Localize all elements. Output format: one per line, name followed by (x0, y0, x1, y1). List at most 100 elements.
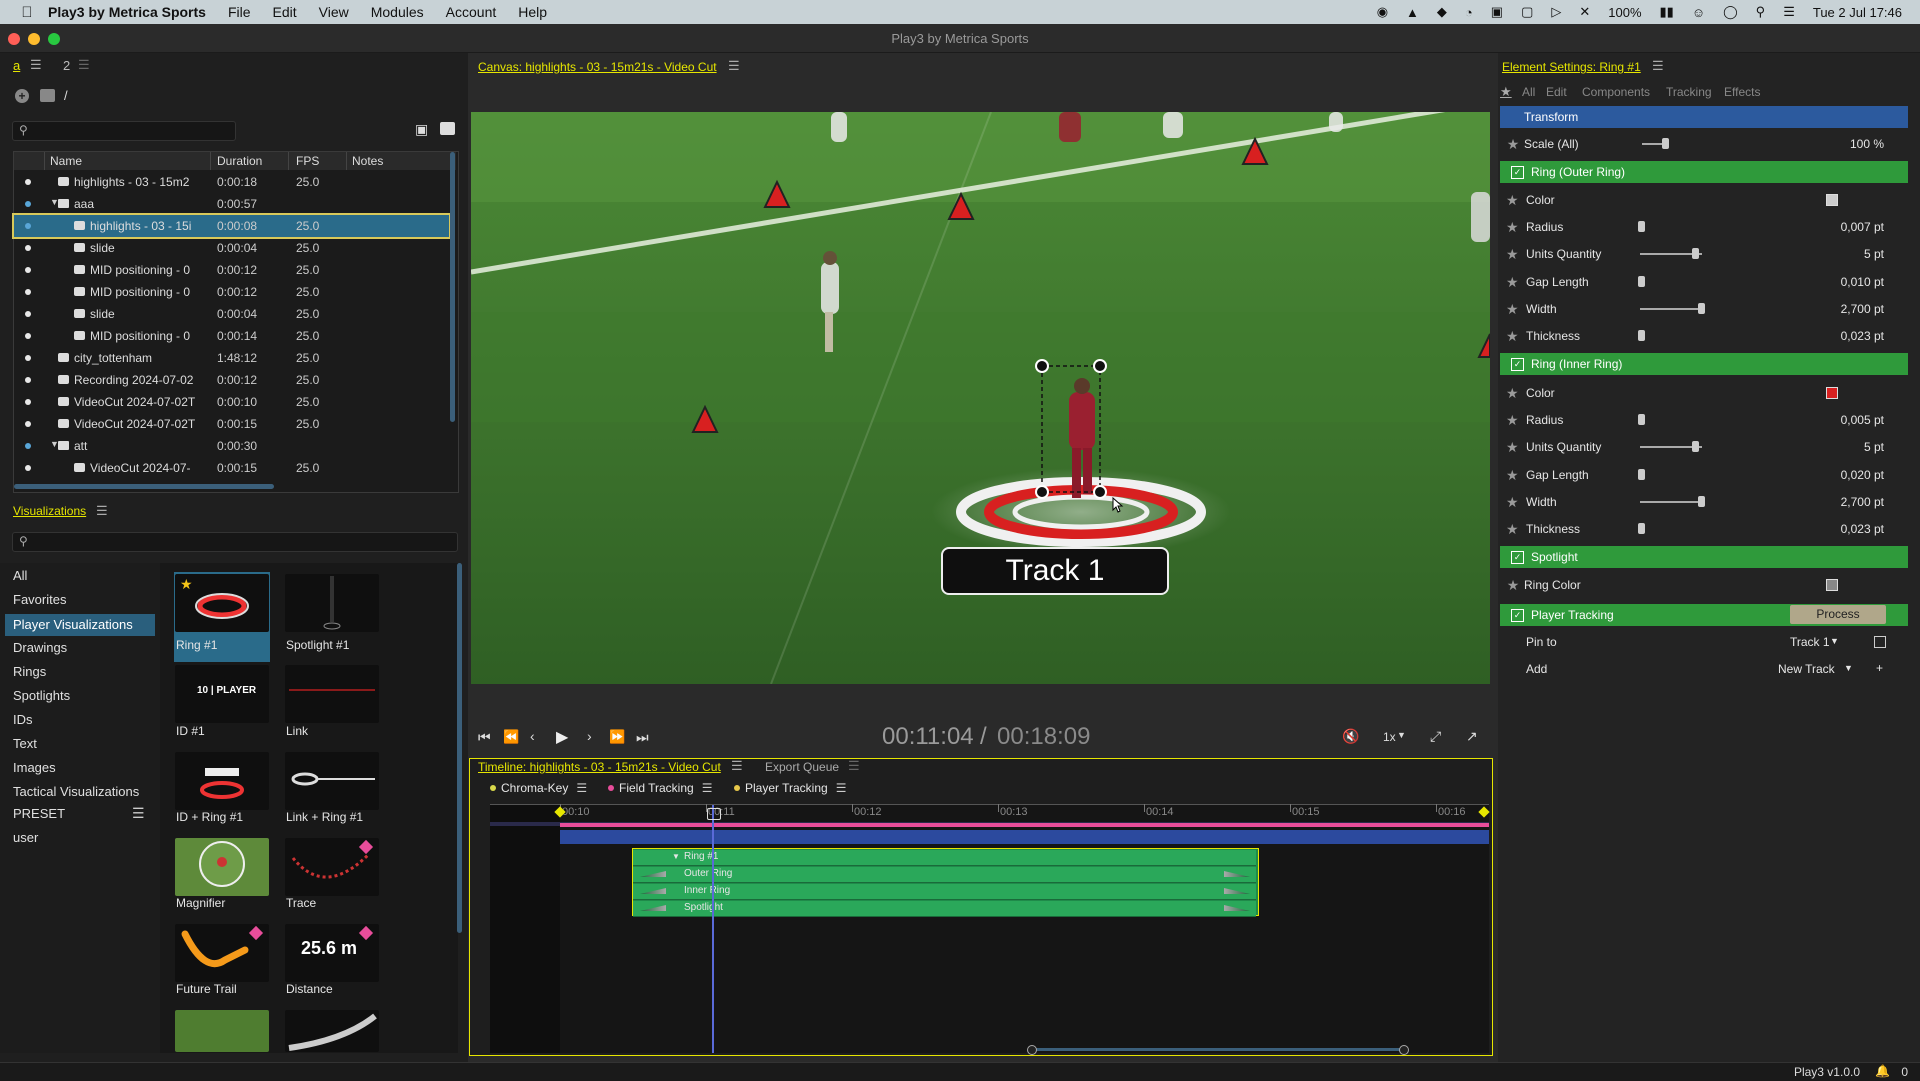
media-row[interactable]: VideoCut 2024-07- 0:00:15 25.0 (14, 457, 449, 479)
tile-future-trail[interactable] (175, 924, 269, 982)
status-dot[interactable] (25, 179, 31, 185)
skip-start-icon[interactable]: ⏮ (478, 729, 491, 746)
rewind-icon[interactable]: ⏪ (503, 729, 519, 745)
process-button[interactable]: Process (1790, 605, 1886, 624)
tile-magnifier[interactable] (175, 838, 269, 896)
favorites-tab-star-icon[interactable]: ★ (1500, 84, 1512, 100)
status-dot[interactable] (25, 289, 31, 295)
dropbox-icon[interactable]: ◆ (1437, 4, 1447, 20)
timeline-scrollbar[interactable] (1030, 1048, 1404, 1051)
property-value[interactable]: 0,023 pt (1841, 522, 1884, 536)
settings-tab-effects[interactable]: Effects (1724, 85, 1760, 99)
camera-icon[interactable]: ▣ (415, 121, 428, 138)
settings-tab-components[interactable]: Components (1582, 85, 1650, 99)
media-row[interactable]: city_tottenham 1:48:12 25.0 (14, 347, 449, 369)
property-value[interactable]: 5 pt (1864, 440, 1884, 454)
category-preset[interactable]: PRESET (13, 806, 65, 821)
speed-select[interactable]: 1x (1383, 730, 1396, 744)
column-name[interactable]: Name (50, 154, 82, 168)
scroll-start-handle[interactable] (1027, 1045, 1037, 1055)
settings-tab-edit[interactable]: Edit (1546, 85, 1567, 99)
ring-color-swatch[interactable] (1826, 579, 1838, 591)
tile-link[interactable] (285, 665, 379, 723)
group-menu-icon[interactable]: ☰ (836, 781, 847, 795)
timeline-group[interactable]: Chroma-Key ☰ (490, 780, 587, 796)
column-notes[interactable]: Notes (352, 154, 383, 168)
tile-distance[interactable]: 25.6 m (285, 924, 379, 982)
video-canvas[interactable]: Track 1 (471, 112, 1490, 684)
property-value[interactable]: 2,700 pt (1841, 302, 1884, 316)
status-dot[interactable] (25, 311, 31, 317)
status-dot[interactable] (25, 267, 31, 273)
skip-end-icon[interactable]: ⏭ (636, 729, 649, 746)
property-value[interactable]: 2,700 pt (1841, 495, 1884, 509)
media-row[interactable]: MID positioning - 0 0:00:12 25.0 (14, 281, 449, 303)
playhead[interactable] (712, 805, 714, 1053)
import-folder-icon[interactable] (440, 122, 455, 135)
pin-to-checkbox[interactable] (1874, 636, 1886, 648)
favorite-star-icon[interactable]: ★ (1506, 521, 1519, 538)
media-row[interactable]: slide 0:00:04 25.0 (14, 237, 449, 259)
status-dot[interactable] (25, 223, 31, 229)
status-dot[interactable] (25, 377, 31, 383)
favorite-star-icon[interactable]: ★ (1502, 136, 1524, 153)
pin-to-select[interactable]: Track 1 (1790, 635, 1830, 649)
property-value[interactable]: 0,005 pt (1841, 413, 1884, 427)
column-fps[interactable]: FPS (296, 154, 319, 168)
category-images[interactable]: Images (13, 760, 56, 775)
favorite-star-icon[interactable]: ★ (1506, 274, 1519, 291)
bluetooth-off-icon[interactable]: ✕ (1579, 4, 1590, 20)
scale-slider-knob[interactable] (1662, 138, 1669, 149)
property-value[interactable]: 0,010 pt (1841, 275, 1884, 289)
apple-icon[interactable]:  (18, 3, 36, 21)
media-row[interactable]: slide 0:00:04 25.0 (14, 303, 449, 325)
group-menu-icon[interactable]: ☰ (702, 781, 713, 795)
export-queue-menu-icon[interactable]: ☰ (848, 758, 860, 774)
library-tab2-menu-icon[interactable]: ☰ (78, 57, 90, 73)
clip-bar[interactable] (633, 850, 1256, 866)
track-label[interactable]: Track 1 (941, 547, 1169, 595)
property-value[interactable]: 5 pt (1864, 247, 1884, 261)
group-menu-icon[interactable]: ☰ (576, 781, 587, 795)
popout-icon[interactable]: ↗ (1466, 728, 1478, 745)
property-value[interactable]: 0,020 pt (1841, 468, 1884, 482)
slider-knob[interactable] (1638, 221, 1645, 233)
category-spotlights[interactable]: Spotlights (13, 688, 70, 703)
record-icon[interactable]: ◉ (1377, 4, 1388, 20)
color-swatch[interactable] (1826, 194, 1838, 206)
slider-knob[interactable] (1692, 441, 1699, 453)
tile-ring[interactable]: ★ (175, 574, 269, 632)
settings-menu-icon[interactable]: ☰ (1652, 58, 1664, 74)
menu-edit[interactable]: Edit (273, 4, 297, 20)
fast-forward-icon[interactable]: ⏩ (609, 729, 625, 745)
settings-tab-all[interactable]: All (1522, 85, 1535, 99)
library-tab-a[interactable]: a (13, 58, 20, 73)
category-user[interactable]: user (13, 830, 38, 845)
slider-knob[interactable] (1638, 275, 1645, 287)
library-search-input[interactable]: ⚲ (12, 121, 236, 141)
spotlight-checkbox[interactable]: ✓ (1511, 550, 1524, 564)
category-player-visualizations[interactable]: Player Visualizations (5, 614, 155, 636)
settings-tab-tracking[interactable]: Tracking (1666, 85, 1712, 99)
inner-ring-checkbox[interactable]: ✓ (1511, 357, 1524, 371)
category-text[interactable]: Text (13, 736, 37, 751)
category-favorites[interactable]: Favorites (13, 592, 66, 607)
player-tracking-checkbox[interactable]: ✓ (1511, 608, 1524, 622)
slider-knob[interactable] (1638, 414, 1645, 426)
category-drawings[interactable]: Drawings (13, 640, 67, 655)
clock[interactable]: Tue 2 Jul 17:46 (1813, 5, 1902, 20)
property-slider[interactable] (1640, 500, 1702, 503)
media-table-hscrollbar[interactable] (14, 484, 274, 489)
sync-icon[interactable]: ◔ (1465, 5, 1473, 20)
canvas-title[interactable]: Canvas: highlights - 03 - 15m21s - Video… (478, 60, 717, 74)
visualizations-search-input[interactable]: ⚲ (12, 532, 458, 552)
clip-bar[interactable] (633, 901, 1256, 917)
media-row[interactable]: VideoCut 2024-07-02T 0:00:15 25.0 (14, 413, 449, 435)
status-dot[interactable] (25, 201, 31, 207)
favorite-star-icon[interactable]: ★ (1506, 328, 1519, 345)
control-center-icon[interactable]: ☰ (1783, 4, 1795, 20)
status-dot[interactable] (25, 333, 31, 339)
favorite-star-icon[interactable]: ★ (1506, 412, 1519, 429)
battery-icon[interactable]: ▮▮ (1660, 4, 1674, 20)
favorite-star-icon[interactable]: ★ (1506, 219, 1519, 236)
